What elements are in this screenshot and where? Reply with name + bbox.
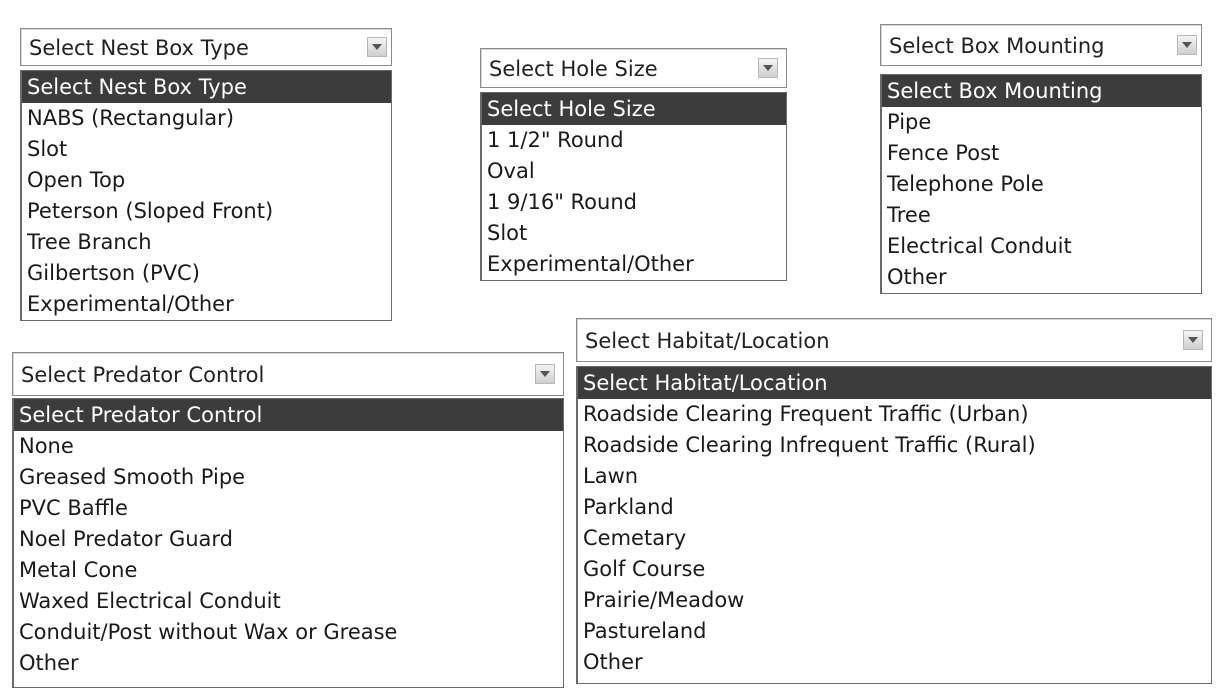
predator-control-options-list: Select Predator Control None Greased Smo… <box>12 398 564 688</box>
nest-box-type-option[interactable]: Gilbertson (PVC) <box>22 258 391 289</box>
predator-control-option[interactable]: Noel Predator Guard <box>14 524 563 555</box>
box-mounting-selected-value: Select Box Mounting <box>889 34 1105 58</box>
predator-control-selected-value: Select Predator Control <box>21 363 265 387</box>
predator-control-select[interactable]: Select Predator Control <box>12 352 564 396</box>
box-mounting-option[interactable]: Electrical Conduit <box>882 231 1201 262</box>
predator-control-option[interactable]: Select Predator Control <box>14 399 563 431</box>
chevron-down-icon[interactable] <box>535 364 555 384</box>
predator-control-option[interactable]: Greased Smooth Pipe <box>14 462 563 493</box>
nest-box-type-option[interactable]: Slot <box>22 134 391 165</box>
habitat-location-select[interactable]: Select Habitat/Location <box>576 318 1212 362</box>
chevron-down-icon[interactable] <box>367 37 387 57</box>
chevron-down-icon[interactable] <box>1183 330 1203 350</box>
nest-box-type-option[interactable]: Open Top <box>22 165 391 196</box>
box-mounting-dropdown[interactable]: Select Box Mounting Select Box Mounting … <box>880 24 1202 294</box>
hole-size-option[interactable]: Select Hole Size <box>482 93 786 125</box>
nest-box-type-dropdown[interactable]: Select Nest Box Type Select Nest Box Typ… <box>20 28 392 321</box>
predator-control-option[interactable]: Metal Cone <box>14 555 563 586</box>
habitat-location-option[interactable]: Lawn <box>578 461 1211 492</box>
predator-control-option[interactable]: Waxed Electrical Conduit <box>14 586 563 617</box>
hole-size-selected-value: Select Hole Size <box>489 57 658 81</box>
box-mounting-select[interactable]: Select Box Mounting <box>880 24 1202 66</box>
habitat-location-option[interactable]: Select Habitat/Location <box>578 367 1211 399</box>
nest-box-type-option[interactable]: Tree Branch <box>22 227 391 258</box>
predator-control-option[interactable]: None <box>14 431 563 462</box>
chevron-down-icon[interactable] <box>1177 35 1197 55</box>
habitat-location-option[interactable]: Roadside Clearing Frequent Traffic (Urba… <box>578 399 1211 430</box>
predator-control-option[interactable]: PVC Baffle <box>14 493 563 524</box>
box-mounting-option[interactable]: Pipe <box>882 107 1201 138</box>
hole-size-option[interactable]: Experimental/Other <box>482 249 786 280</box>
box-mounting-option[interactable]: Other <box>882 262 1201 293</box>
nest-box-type-select[interactable]: Select Nest Box Type <box>20 28 392 66</box>
hole-size-option[interactable]: Slot <box>482 218 786 249</box>
hole-size-options-list: Select Hole Size 1 1/2" Round Oval 1 9/1… <box>480 92 787 281</box>
habitat-location-option[interactable]: Roadside Clearing Infrequent Traffic (Ru… <box>578 430 1211 461</box>
hole-size-option[interactable]: 1 9/16" Round <box>482 187 786 218</box>
nest-box-type-option[interactable]: Peterson (Sloped Front) <box>22 196 391 227</box>
habitat-location-option[interactable]: Parkland <box>578 492 1211 523</box>
nest-box-type-option[interactable]: NABS (Rectangular) <box>22 103 391 134</box>
predator-control-option[interactable]: Other <box>14 648 563 679</box>
habitat-location-option[interactable]: Pastureland <box>578 616 1211 647</box>
habitat-location-option[interactable]: Other <box>578 647 1211 678</box>
habitat-location-option[interactable]: Prairie/Meadow <box>578 585 1211 616</box>
nest-box-type-option[interactable]: Select Nest Box Type <box>22 71 391 103</box>
chevron-down-icon[interactable] <box>758 58 778 78</box>
box-mounting-option[interactable]: Select Box Mounting <box>882 75 1201 107</box>
box-mounting-option[interactable]: Tree <box>882 200 1201 231</box>
nest-box-type-selected-value: Select Nest Box Type <box>29 36 249 60</box>
nest-box-type-options-list: Select Nest Box Type NABS (Rectangular) … <box>20 70 392 321</box>
box-mounting-option[interactable]: Fence Post <box>882 138 1201 169</box>
predator-control-dropdown[interactable]: Select Predator Control Select Predator … <box>12 352 564 688</box>
habitat-location-dropdown[interactable]: Select Habitat/Location Select Habitat/L… <box>576 318 1212 684</box>
hole-size-option[interactable]: 1 1/2" Round <box>482 125 786 156</box>
habitat-location-selected-value: Select Habitat/Location <box>585 329 830 353</box>
box-mounting-option[interactable]: Telephone Pole <box>882 169 1201 200</box>
hole-size-dropdown[interactable]: Select Hole Size Select Hole Size 1 1/2"… <box>480 48 787 281</box>
box-mounting-options-list: Select Box Mounting Pipe Fence Post Tele… <box>880 74 1202 294</box>
habitat-location-option[interactable]: Golf Course <box>578 554 1211 585</box>
habitat-location-option[interactable]: Cemetary <box>578 523 1211 554</box>
nest-box-type-option[interactable]: Experimental/Other <box>22 289 391 320</box>
hole-size-select[interactable]: Select Hole Size <box>480 48 787 88</box>
predator-control-option[interactable]: Conduit/Post without Wax or Grease <box>14 617 563 648</box>
habitat-location-options-list: Select Habitat/Location Roadside Clearin… <box>576 366 1212 684</box>
hole-size-option[interactable]: Oval <box>482 156 786 187</box>
